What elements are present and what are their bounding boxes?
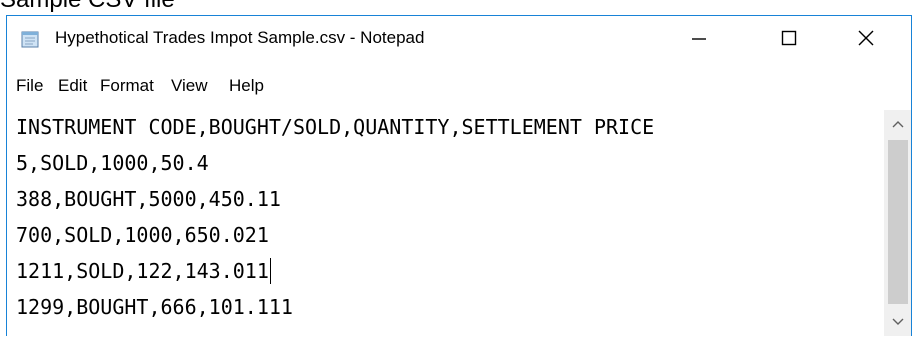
chevron-up-icon — [892, 121, 904, 128]
minimize-icon — [692, 38, 706, 40]
caption-text: Sample CSV file — [0, 0, 175, 14]
scroll-up-button[interactable] — [885, 110, 911, 138]
close-icon — [858, 30, 874, 46]
menu-bar: File Edit Format View Help — [7, 66, 911, 108]
text-caret — [269, 258, 271, 284]
scroll-thumb[interactable] — [888, 140, 908, 304]
menu-edit[interactable]: Edit — [58, 76, 87, 96]
chevron-down-icon — [892, 318, 904, 325]
text-line-with-caret: 1211,SOLD,122,143.011 — [16, 256, 271, 286]
menu-view[interactable]: View — [171, 76, 208, 96]
scroll-down-button[interactable] — [885, 308, 911, 336]
text-line: 388,BOUGHT,5000,450.11 — [16, 187, 281, 211]
vertical-scrollbar[interactable] — [884, 110, 911, 336]
text-line: 1211,SOLD,122,143.011 — [16, 259, 269, 283]
title-bar[interactable]: Hypethotical Trades Impot Sample.csv - N… — [7, 16, 911, 60]
menu-format[interactable]: Format — [100, 76, 154, 96]
text-line: 5,SOLD,1000,50.4 — [16, 151, 209, 175]
minimize-button[interactable] — [654, 16, 744, 60]
menu-help[interactable]: Help — [229, 76, 264, 96]
window-title: Hypethotical Trades Impot Sample.csv - N… — [55, 28, 425, 47]
text-line: 700,SOLD,1000,650.021 — [16, 223, 269, 247]
maximize-icon — [781, 30, 797, 46]
text-editor[interactable]: INSTRUMENT CODE,BOUGHT/SOLD,QUANTITY,SET… — [7, 110, 885, 336]
text-line: 1299,BOUGHT,666,101.111 — [16, 295, 293, 319]
notepad-icon — [21, 31, 39, 48]
text-line: INSTRUMENT CODE,BOUGHT/SOLD,QUANTITY,SET… — [16, 115, 655, 139]
notepad-window: Hypethotical Trades Impot Sample.csv - N… — [6, 15, 912, 336]
close-button[interactable] — [821, 16, 911, 60]
menu-file[interactable]: File — [16, 76, 43, 96]
